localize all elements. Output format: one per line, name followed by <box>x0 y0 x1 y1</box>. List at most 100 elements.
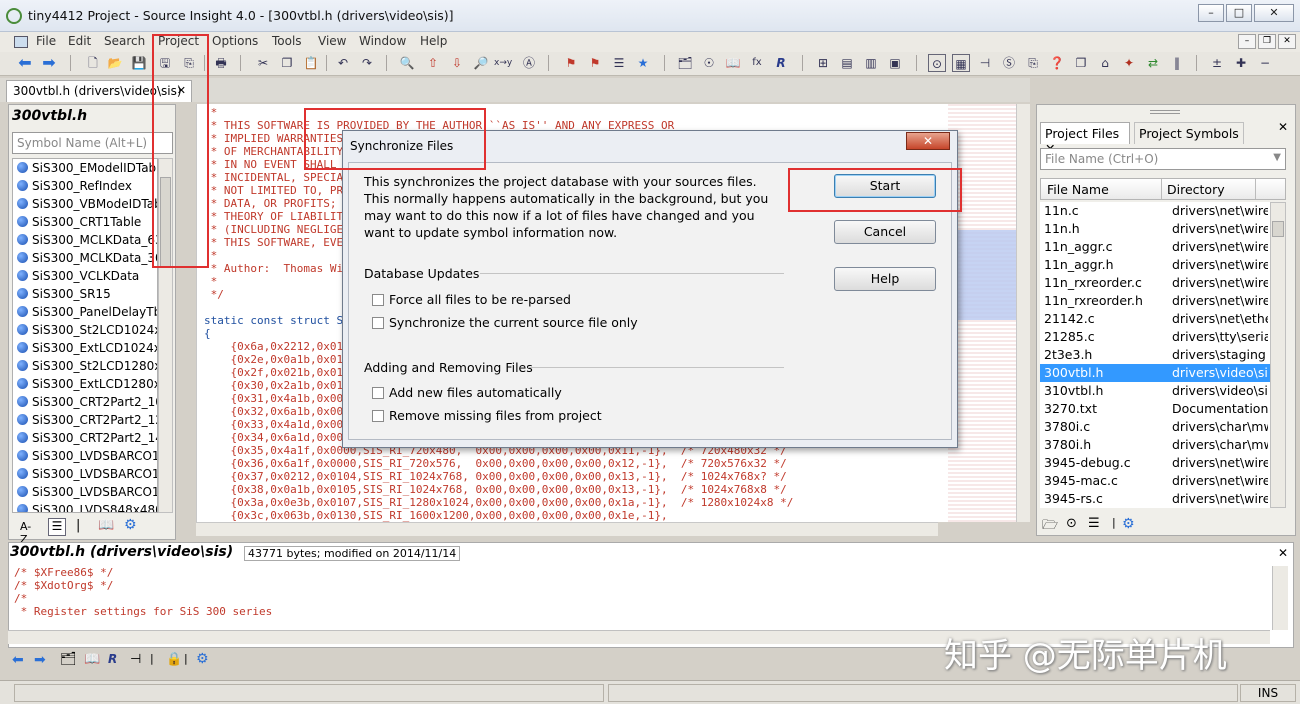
copy-icon[interactable]: ❐ <box>278 54 296 72</box>
close-button[interactable]: ✕ <box>1254 4 1294 22</box>
symbol-list-item[interactable]: SiS300_VCLKData <box>17 269 139 287</box>
symbol-list-item[interactable]: SiS300_LVDSBARCO1366 <box>17 449 157 467</box>
checkbox-box[interactable] <box>372 294 384 306</box>
symbol-list-item[interactable]: SiS300_LVDSBARCO1024 <box>17 467 157 485</box>
file-list-row[interactable]: 300vtbl.h drivers\video\sis <box>1040 364 1270 382</box>
forward-arrow-icon[interactable]: ➡ <box>40 54 58 72</box>
jump-down-icon[interactable]: ⇩ <box>448 54 466 72</box>
search-icon[interactable]: 🔍 <box>398 54 416 72</box>
house-icon[interactable]: ⌂ <box>1096 54 1114 72</box>
column-file-name[interactable]: File Name <box>1047 182 1109 197</box>
dialog-close-button[interactable]: ✕ <box>906 132 950 150</box>
list-icon[interactable]: ☰ <box>1088 516 1100 531</box>
list-icon[interactable]: ☰ <box>610 54 628 72</box>
minimize-button[interactable]: – <box>1198 4 1224 22</box>
folder-icon[interactable]: 🗁 <box>1042 516 1058 538</box>
abc-icon[interactable]: Ⓐ <box>520 54 538 72</box>
symbol-list-item[interactable]: SiS300_MCLKData_300 <box>17 251 157 269</box>
context-window-close-icon[interactable]: ✕ <box>1278 546 1288 560</box>
checkbox-sync-current[interactable]: Synchronize the current source file only <box>372 315 638 330</box>
symbol-list-item[interactable]: SiS300_RefIndex <box>17 179 132 197</box>
menu-tools[interactable]: Tools <box>272 34 302 48</box>
editor-vertical-scrollbar[interactable] <box>1016 104 1030 522</box>
project-window-icon[interactable]: ⊙ <box>928 54 946 72</box>
layout-top-icon[interactable]: ▤ <box>838 54 856 72</box>
checkbox-box[interactable] <box>372 410 384 422</box>
insert-line-icon[interactable]: ✚ <box>1232 54 1250 72</box>
file-list-row[interactable]: 2t3e3.h drivers\staging <box>1040 346 1270 364</box>
book-icon[interactable]: 📖 <box>724 54 742 72</box>
checkbox-remove-missing[interactable]: Remove missing files from project <box>372 408 602 423</box>
menu-options[interactable]: Options <box>212 34 258 48</box>
book-icon[interactable]: 📖 <box>98 518 114 533</box>
grip-handle[interactable] <box>1150 110 1180 114</box>
print-icon[interactable]: 🖶 <box>212 54 230 72</box>
symbol-search-input[interactable]: Symbol Name (Alt+L) <box>12 132 173 154</box>
file-list-row[interactable]: 3945-rs.c drivers\net\wireless <box>1040 490 1270 508</box>
file-list-row[interactable]: 3945-debug.c drivers\net\wireless <box>1040 454 1270 472</box>
symbol-list-item[interactable]: SiS300_SR15 <box>17 287 111 305</box>
file-list-row[interactable]: 21285.c drivers\tty\serial <box>1040 328 1270 346</box>
bird-icon[interactable]: ✦ <box>1120 54 1138 72</box>
symbol-list-item[interactable]: SiS300_ExtLCD1280x1024 <box>17 377 157 395</box>
scroll-thumb[interactable] <box>1272 221 1284 237</box>
menu-help[interactable]: Help <box>420 34 447 48</box>
file-list-row[interactable]: 310vtbl.h drivers\video\sis <box>1040 382 1270 400</box>
file-list-row[interactable]: 11n_aggr.h drivers\net\wireless <box>1040 256 1270 274</box>
bookmark-next-icon[interactable]: ⚑ <box>586 54 604 72</box>
file-list-row[interactable]: 3780i.h drivers\char\mwave <box>1040 436 1270 454</box>
lock-icon[interactable]: 🔒 <box>166 652 182 667</box>
file-list-row[interactable]: 3270.txt Documentation <box>1040 400 1270 418</box>
chevron-down-icon[interactable]: ▼ <box>1273 152 1281 163</box>
clip-icon[interactable]: ⎘ <box>1024 54 1042 72</box>
symbol-icon[interactable]: Ⓢ <box>1000 54 1018 72</box>
mdi-restore-button[interactable]: ❐ <box>1258 34 1276 49</box>
jump-up-icon[interactable]: ⇧ <box>424 54 442 72</box>
redo-icon[interactable]: ↷ <box>358 54 376 72</box>
exchange-icon[interactable]: ⇄ <box>1144 54 1162 72</box>
lookup-icon[interactable]: ☉ <box>700 54 718 72</box>
checkbox-box[interactable] <box>372 317 384 329</box>
new-file-icon[interactable]: 🗋 <box>84 54 102 72</box>
layout-split-icon[interactable]: ▥ <box>862 54 880 72</box>
function-icon[interactable]: fx <box>748 54 766 72</box>
gear-icon[interactable]: ⚙ <box>196 651 209 667</box>
symbol-list-item[interactable]: SiS300_St2LCD1280x1024 <box>17 359 157 377</box>
symbol-list-item[interactable]: SiS300_EModelIDTable <box>17 161 157 179</box>
context-window-icon[interactable]: ▦ <box>952 54 970 72</box>
checkbox-box[interactable] <box>372 387 384 399</box>
file-list-row[interactable]: 11n_rxreorder.c drivers\net\wireless <box>1040 274 1270 292</box>
star-icon[interactable]: ★ <box>634 54 652 72</box>
symbol-list-item[interactable]: SiS300_VBModeIDTable <box>17 197 157 215</box>
book-icon[interactable]: 📖 <box>84 652 100 667</box>
file-list-scrollbar[interactable] <box>1270 202 1286 508</box>
delete-line-icon[interactable]: − <box>1256 54 1274 72</box>
symbol-list-item[interactable]: SiS300_CRT2Part2_1400 <box>17 431 157 449</box>
undo-icon[interactable]: ↶ <box>334 54 352 72</box>
save-icon[interactable]: 💾 <box>130 54 148 72</box>
relation-icon[interactable]: R <box>772 54 790 72</box>
symbol-list-item[interactable]: SiS300_LVDS848x480 <box>17 503 157 512</box>
menu-search[interactable]: Search <box>104 34 145 48</box>
column-divider[interactable] <box>1161 179 1162 199</box>
browse-icon[interactable]: 🗂 <box>60 652 77 667</box>
menu-edit[interactable]: Edit <box>68 34 91 48</box>
browse-icon[interactable]: 🗂 <box>676 54 694 72</box>
help-window-icon[interactable]: ❓ <box>1048 54 1066 72</box>
layout-tile-icon[interactable]: ▣ <box>886 54 904 72</box>
plus-minus-icon[interactable]: ± <box>1208 54 1226 72</box>
symbol-list-item[interactable]: SiS300_ExtLCD1024x768 <box>17 341 157 359</box>
find-file-icon[interactable]: 🔎 <box>472 54 490 72</box>
file-list-row[interactable]: 3780i.c drivers\char\mwave <box>1040 418 1270 436</box>
menu-view[interactable]: View <box>318 34 346 48</box>
project-window-close-icon[interactable]: ✕ <box>1278 120 1288 134</box>
list-view-icon[interactable]: ☰ <box>48 518 66 536</box>
checkbox-add-new[interactable]: Add new files automatically <box>372 385 562 400</box>
symbol-list-item[interactable]: SiS300_LVDSBARCO1280 <box>17 485 157 503</box>
column-divider[interactable] <box>1255 179 1256 199</box>
open-folder-icon[interactable]: 📂 <box>106 54 124 72</box>
back-arrow-icon[interactable]: ⬅ <box>16 54 34 72</box>
columns-icon[interactable]: ‖ <box>1168 54 1186 72</box>
file-list-row[interactable]: 3945-mac.c drivers\net\wireless <box>1040 472 1270 490</box>
symbol-list-item[interactable]: SiS300_St2LCD1024x768 <box>17 323 157 341</box>
